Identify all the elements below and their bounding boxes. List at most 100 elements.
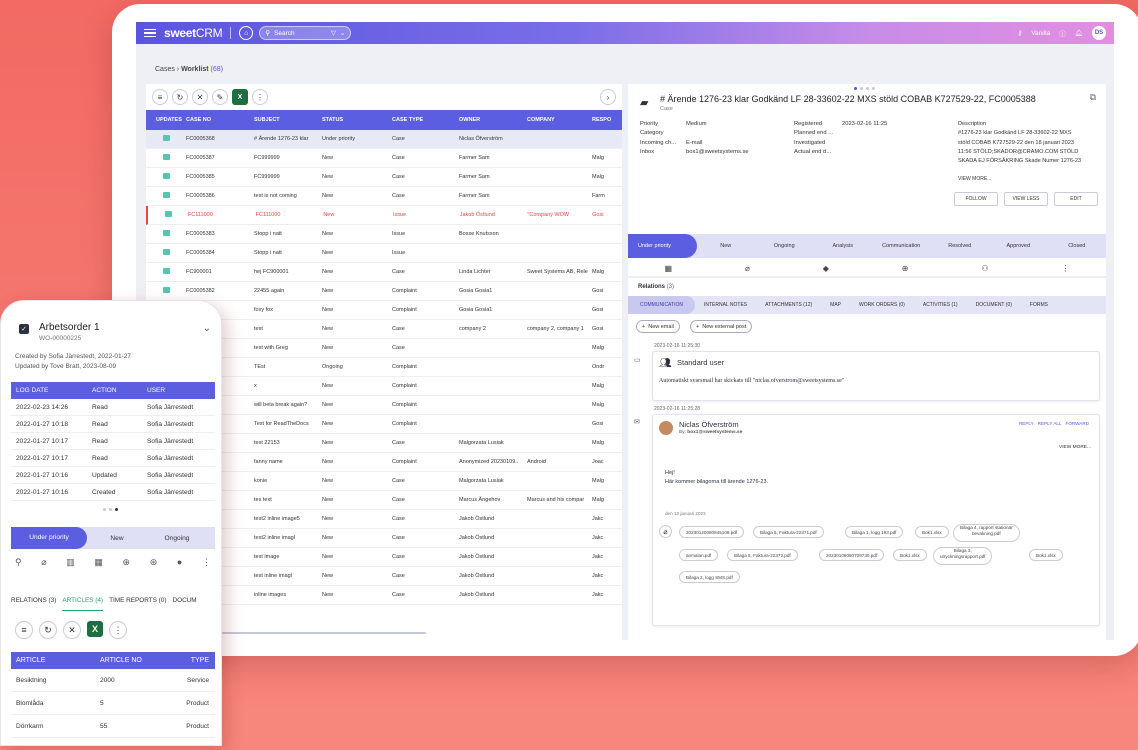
tab-communication[interactable]: COMMUNICATION [628, 296, 695, 314]
view-more-link[interactable]: VIEW MORE... [1059, 445, 1091, 450]
chevron-down-icon[interactable]: ⌄ [340, 29, 345, 37]
excel-icon[interactable]: X [87, 621, 103, 637]
table-row[interactable]: FC0005383 Stopp i natt New Issue Bosse Knuts… [146, 225, 622, 244]
tab-forms[interactable]: FORMS [1021, 302, 1057, 308]
stage-approved[interactable]: Approved [989, 243, 1048, 249]
new-email-button[interactable]: + New email [636, 320, 680, 333]
pager-dots[interactable] [854, 87, 875, 90]
attachment-chip[interactable]: Bilaga 5, Faktura-22372.pdf [727, 549, 798, 561]
tab-attachments[interactable]: ATTACHMENTS (12) [756, 302, 821, 308]
excel-icon[interactable]: X [232, 89, 248, 105]
log-row[interactable]: 2022-01-27 10:17 Read Sofia Järrestedt [11, 450, 215, 467]
attachment-chip[interactable]: anmalan.pdf [679, 549, 719, 561]
stage-closed[interactable]: Closed [1048, 243, 1107, 249]
table-row[interactable]: FC0005385 FC999999 New Case Farmer Sam Malg [146, 168, 622, 187]
col-case-type[interactable]: CASE TYPE [392, 117, 459, 123]
col-subject[interactable]: SUBJECT [254, 117, 322, 123]
view-more-link[interactable]: VIEW MORE... [958, 176, 991, 182]
forward-link[interactable]: FORWARD [1066, 421, 1089, 426]
tag-icon[interactable]: ◆ [823, 264, 829, 273]
col-responsible[interactable]: RESPO [592, 117, 622, 123]
col-company[interactable]: COMPANY [527, 117, 592, 123]
attachment-chip[interactable]: Bok1.xlsx [1029, 549, 1063, 561]
stage-communication[interactable]: Communication [872, 243, 931, 249]
avatar[interactable]: DS [1092, 26, 1106, 40]
more-icon[interactable]: ⋮ [252, 89, 268, 105]
attachment-chip[interactable]: 20230108080709730.pdf [819, 549, 885, 561]
col-updates[interactable]: UPDATES [146, 117, 186, 123]
col-user[interactable]: USER [147, 387, 215, 394]
filter-icon[interactable]: ≡ [15, 621, 33, 639]
more-icon[interactable]: ⋮ [202, 557, 211, 568]
table-row[interactable]: FC0005386 test is not coming New Case Farmer… [146, 187, 622, 206]
new-external-post-button[interactable]: + New external post [690, 320, 753, 333]
article-row[interactable]: Blomlåda 5 Product [11, 693, 215, 715]
paperclip-icon[interactable]: ⌀ [745, 264, 750, 273]
table-row[interactable]: FC111000 FC111000 New Issue Jakob Östlund "Co… [146, 206, 622, 225]
table-row[interactable]: FC0005368 # Ärende 1276-23 klar Under prio… [146, 130, 622, 149]
attachment-chip[interactable]: Bilaga 1, logg 193.pdf [845, 526, 904, 538]
tab-document[interactable]: DOCUMENT (0) [967, 302, 1021, 308]
chevron-down-icon[interactable]: ⌄ [203, 323, 211, 334]
log-row[interactable]: 2022-01-27 10:16 Created Sofia Järrestedt [11, 484, 215, 501]
attachment-chip[interactable]: Bilaga 5, Faktura-22371.pdf [753, 526, 824, 538]
stage-new[interactable]: New [87, 535, 147, 542]
stage-under-priority[interactable]: Under priority [628, 234, 697, 258]
tab-time-reports[interactable]: TIME REPORTS (0) [109, 597, 166, 611]
app-logo[interactable]: sweetCRM [164, 26, 223, 40]
add-contact-icon[interactable]: ⊕ [902, 264, 909, 273]
calendar-icon[interactable]: ▦ [94, 557, 103, 568]
bell-icon[interactable]: 🔔︎ [1075, 29, 1083, 37]
info-icon[interactable]: ⓘ [1059, 28, 1066, 38]
chevron-right-icon[interactable]: › [600, 89, 616, 105]
log-row[interactable]: 2022-01-27 10:18 Read Sofia Järrestedt [11, 416, 215, 433]
pager-dots[interactable] [103, 508, 118, 511]
table-row[interactable]: FC0005384 Stopp i natt New Issue [146, 244, 622, 263]
log-row[interactable]: 2022-01-27 10:16 Updated Sofia Järrestedt [11, 467, 215, 484]
close-icon[interactable]: ✕ [192, 89, 208, 105]
table-row[interactable]: FC0005387 FC999999 New Case Farmer Sam Malg [146, 149, 622, 168]
stage-ongoing[interactable]: Ongoing [147, 535, 207, 542]
col-case-no[interactable]: CASE NO [186, 117, 254, 123]
breadcrumb-root[interactable]: Cases [155, 66, 175, 73]
article-row[interactable]: Besiktning 2000 Service [11, 670, 215, 692]
view-less-button[interactable]: VIEW LESS [1004, 192, 1048, 206]
table-row[interactable]: FC900001 hej FC900001 New Case Linda Lichter… [146, 263, 622, 282]
location-pin-icon[interactable]: ⚲ [15, 557, 22, 568]
table-row[interactable]: FC0005382 22455 again New Complaint Gosia Go… [146, 282, 622, 301]
article-row[interactable]: Dörrkarm 55 Product [11, 716, 215, 738]
col-owner[interactable]: OWNER [459, 117, 527, 123]
col-action[interactable]: ACTION [92, 387, 147, 394]
col-status[interactable]: STATUS [322, 117, 392, 123]
stage-ongoing[interactable]: Ongoing [755, 243, 814, 249]
refresh-icon[interactable]: ↻ [172, 89, 188, 105]
paperclip-icon[interactable]: ⌀ [659, 525, 672, 538]
menu-icon[interactable] [144, 28, 156, 38]
user-key-icon[interactable]: ⚷ [1017, 29, 1022, 37]
stage-under-priority[interactable]: Under priority [11, 527, 87, 549]
stage-new[interactable]: New [697, 243, 756, 249]
attachment-chip[interactable]: Bilaga 2, logg SMS.pdf [679, 571, 740, 583]
calendar-add-icon[interactable]: ▦ [664, 264, 672, 273]
attachment-chip[interactable]: Bilaga 4, rapport stationär bevakning.pdf [953, 524, 1020, 542]
tab-relations[interactable]: RELATIONS (3) [11, 597, 56, 611]
more-icon[interactable]: ⋮ [1061, 264, 1069, 273]
refresh-icon[interactable]: ↻ [39, 621, 57, 639]
col-article-no[interactable]: ARTICLE NO [76, 657, 158, 664]
tag-icon[interactable]: ● [177, 557, 182, 568]
col-article[interactable]: ARTICLE [11, 657, 76, 664]
tab-documents[interactable]: DOCUM [172, 597, 196, 611]
attachment-chip[interactable]: Bok1.xlsx [915, 526, 949, 538]
add-users-icon[interactable]: ⚇ [981, 264, 988, 273]
col-type[interactable]: TYPE [158, 657, 215, 664]
reply-link[interactable]: REPLY [1019, 421, 1034, 426]
log-row[interactable]: 2022-02-23 14:26 Read Sofia Järrestedt [11, 399, 215, 416]
tab-articles[interactable]: ARTICLES (4) [62, 597, 104, 611]
tab-internal-notes[interactable]: INTERNAL NOTES [695, 302, 756, 308]
attachment-chip[interactable]: Bilaga 3, utryckningsrapport.pdf [933, 547, 993, 565]
follow-button[interactable]: FOLLOW [954, 192, 998, 206]
edit-button[interactable]: EDIT [1054, 192, 1098, 206]
filter-icon[interactable]: ≡ [152, 89, 168, 105]
tab-map[interactable]: MAP [821, 302, 850, 308]
user-name[interactable]: Vanilla [1031, 30, 1050, 37]
